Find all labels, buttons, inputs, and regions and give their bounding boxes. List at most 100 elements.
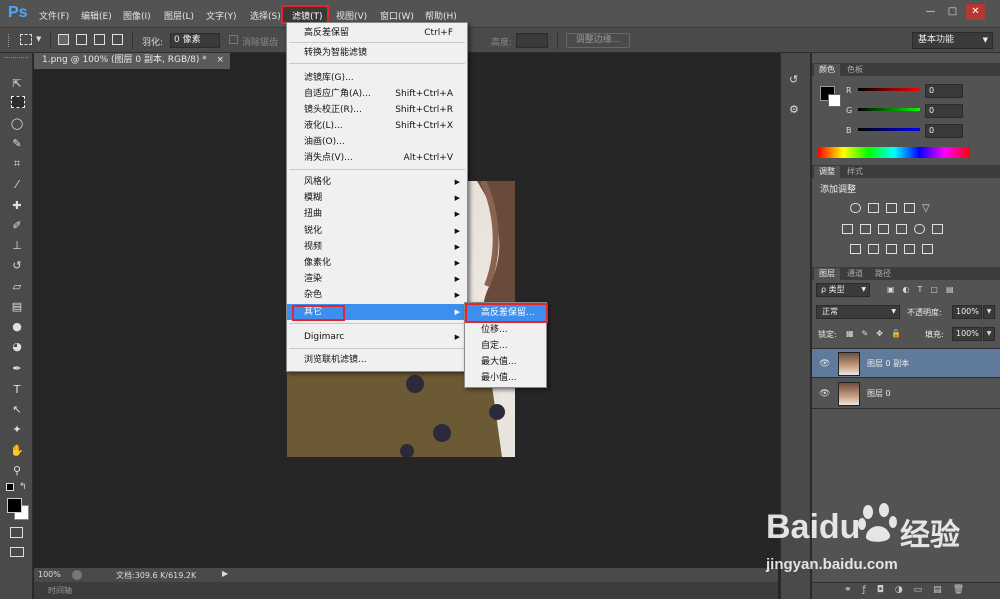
menu-file[interactable]: 文件(F) xyxy=(39,9,69,22)
eraser-tool-icon[interactable]: ▱ xyxy=(9,279,25,294)
layer-row[interactable]: 👁 图层 0 xyxy=(812,379,1000,409)
menu-item-digimarc[interactable]: Digimarc ▶ xyxy=(287,329,467,345)
tab-channels[interactable]: 通道 xyxy=(842,268,868,280)
menu-filter[interactable]: 滤镜(T) xyxy=(292,9,323,22)
tab-adjustments[interactable]: 调整 xyxy=(814,166,840,178)
curves-icon[interactable] xyxy=(886,203,897,213)
color-spectrum-bar[interactable] xyxy=(818,147,970,158)
layer-filter-icons[interactable]: ▣◐T▢▤ xyxy=(887,285,962,294)
menu-image[interactable]: 图像(I) xyxy=(123,9,151,22)
menu-layer[interactable]: 图层(L) xyxy=(164,9,194,22)
hand-tool-icon[interactable]: ✋ xyxy=(9,443,25,458)
document-tab[interactable]: 1.png @ 100% (图层 0 副本, RGB/8) * × xyxy=(34,53,230,69)
path-select-tool-icon[interactable]: ↖ xyxy=(9,402,25,417)
maximize-button[interactable]: □ xyxy=(943,4,962,20)
subtract-selection-icon[interactable] xyxy=(94,34,105,45)
menu-item-vanishing-point[interactable]: 消失点(V)... Alt+Ctrl+V xyxy=(287,150,467,166)
lasso-tool-icon[interactable]: ◯ xyxy=(9,116,25,131)
gradient-map-icon[interactable] xyxy=(922,244,933,254)
fill-input[interactable]: 100% xyxy=(952,327,982,341)
vibrance-icon[interactable]: ▽ xyxy=(922,203,930,214)
submenu-item-offset[interactable]: 位移... xyxy=(465,322,546,338)
r-value-input[interactable]: 0 xyxy=(925,84,963,98)
workspace-select[interactable]: 基本功能 ▼ xyxy=(912,32,993,49)
menu-item-oil-paint[interactable]: 油画(O)... xyxy=(287,134,467,150)
menu-item-convert-smart-filter[interactable]: 转换为智能滤镜 xyxy=(287,45,467,61)
new-selection-icon[interactable] xyxy=(58,34,69,45)
quick-select-tool-icon[interactable]: ✎ xyxy=(9,136,25,151)
color-lookup-icon[interactable] xyxy=(932,224,943,234)
tab-paths[interactable]: 路径 xyxy=(870,268,896,280)
menu-help[interactable]: 帮助(H) xyxy=(425,9,457,22)
layer-filter-select[interactable]: ρ 类型 ▼ xyxy=(816,283,870,297)
crop-tool-icon[interactable]: ⌗ xyxy=(9,156,25,171)
history-brush-tool-icon[interactable]: ↺ xyxy=(9,258,25,273)
menu-item-liquify[interactable]: 液化(L)... Shift+Ctrl+X xyxy=(287,118,467,134)
g-value-input[interactable]: 0 xyxy=(925,104,963,118)
submenu-item-custom[interactable]: 自定... xyxy=(465,338,546,354)
pen-tool-icon[interactable]: ✒ xyxy=(9,361,25,376)
blur-tool-icon[interactable]: ● xyxy=(9,319,25,334)
menu-item-lens-correction[interactable]: 镜头校正(R)... Shift+Ctrl+R xyxy=(287,102,467,118)
chevron-down-icon[interactable]: ▼ xyxy=(36,35,41,43)
submenu-item-minimum[interactable]: 最小值... xyxy=(465,370,546,386)
layer-name[interactable]: 图层 0 xyxy=(867,379,891,409)
menu-edit[interactable]: 编辑(E) xyxy=(81,9,112,22)
black-white-icon[interactable] xyxy=(878,224,889,234)
layer-name[interactable]: 图层 0 副本 xyxy=(867,349,909,379)
menu-item-blur[interactable]: 模糊 ▶ xyxy=(287,190,467,206)
status-menu-arrow-icon[interactable]: ▶ xyxy=(222,569,232,581)
height-input[interactable] xyxy=(516,33,548,48)
close-tab-icon[interactable]: × xyxy=(216,53,224,68)
blend-mode-select[interactable]: 正常 ▼ xyxy=(816,305,900,319)
antialias-checkbox[interactable] xyxy=(229,35,238,44)
hue-saturation-icon[interactable] xyxy=(842,224,853,234)
marquee-preset-icon[interactable] xyxy=(20,34,32,45)
swap-colors-icon[interactable]: ↰ xyxy=(19,482,27,492)
menu-item-sharpen[interactable]: 锐化 ▶ xyxy=(287,223,467,239)
menu-item-filter-gallery[interactable]: 滤镜库(G)... xyxy=(287,70,467,86)
b-value-input[interactable]: 0 xyxy=(925,124,963,138)
threshold-icon[interactable] xyxy=(886,244,897,254)
visibility-eye-icon[interactable]: 👁 xyxy=(819,379,830,409)
posterize-icon[interactable] xyxy=(868,244,879,254)
zoom-level[interactable]: 100% xyxy=(38,570,61,579)
background-swatch[interactable] xyxy=(828,94,841,107)
lock-icons[interactable]: ▦✎✥🔒 xyxy=(846,329,909,338)
shape-tool-icon[interactable]: ✦ xyxy=(9,422,25,437)
submenu-item-maximum[interactable]: 最大值... xyxy=(465,354,546,370)
menu-item-last-filter[interactable]: 高反差保留 Ctrl+F xyxy=(287,25,467,41)
b-slider[interactable] xyxy=(858,128,920,131)
color-balance-icon[interactable] xyxy=(860,224,871,234)
tab-layers[interactable]: 图层 xyxy=(814,268,840,280)
refine-edge-button[interactable]: 调整边缘... xyxy=(566,33,630,48)
quick-mask-icon[interactable] xyxy=(10,527,23,538)
type-tool-icon[interactable]: T xyxy=(9,382,25,397)
g-slider[interactable] xyxy=(858,108,920,111)
menu-window[interactable]: 窗口(W) xyxy=(380,9,414,22)
invert-icon[interactable] xyxy=(850,244,861,254)
intersect-selection-icon[interactable] xyxy=(112,34,123,45)
feather-input[interactable]: 0 像素 xyxy=(170,33,220,48)
exposure-icon[interactable] xyxy=(904,203,915,213)
selective-color-icon[interactable] xyxy=(904,244,915,254)
brightness-icon[interactable] xyxy=(850,203,861,213)
add-selection-icon[interactable] xyxy=(76,34,87,45)
marquee-tool-icon[interactable] xyxy=(11,96,25,108)
gradient-tool-icon[interactable]: ▤ xyxy=(9,299,25,314)
tab-styles[interactable]: 样式 xyxy=(842,166,868,178)
timeline-panel-tab[interactable]: 时间轴 xyxy=(34,582,778,599)
tab-color[interactable]: 颜色 xyxy=(814,64,840,76)
menu-select[interactable]: 选择(S) xyxy=(250,9,281,22)
default-colors-icon[interactable] xyxy=(6,483,14,491)
fill-stepper-icon[interactable]: ▼ xyxy=(983,327,995,341)
clone-stamp-tool-icon[interactable]: ⊥ xyxy=(9,238,25,253)
opacity-input[interactable]: 100% xyxy=(952,305,982,319)
menu-item-video[interactable]: 视频 ▶ xyxy=(287,239,467,255)
levels-icon[interactable] xyxy=(868,203,879,213)
tab-swatches[interactable]: 色板 xyxy=(842,64,868,76)
foreground-color-swatch[interactable] xyxy=(7,498,22,513)
close-button[interactable]: ✕ xyxy=(966,4,985,20)
menu-item-distort[interactable]: 扭曲 ▶ xyxy=(287,206,467,222)
menu-item-render[interactable]: 渲染 ▶ xyxy=(287,271,467,287)
